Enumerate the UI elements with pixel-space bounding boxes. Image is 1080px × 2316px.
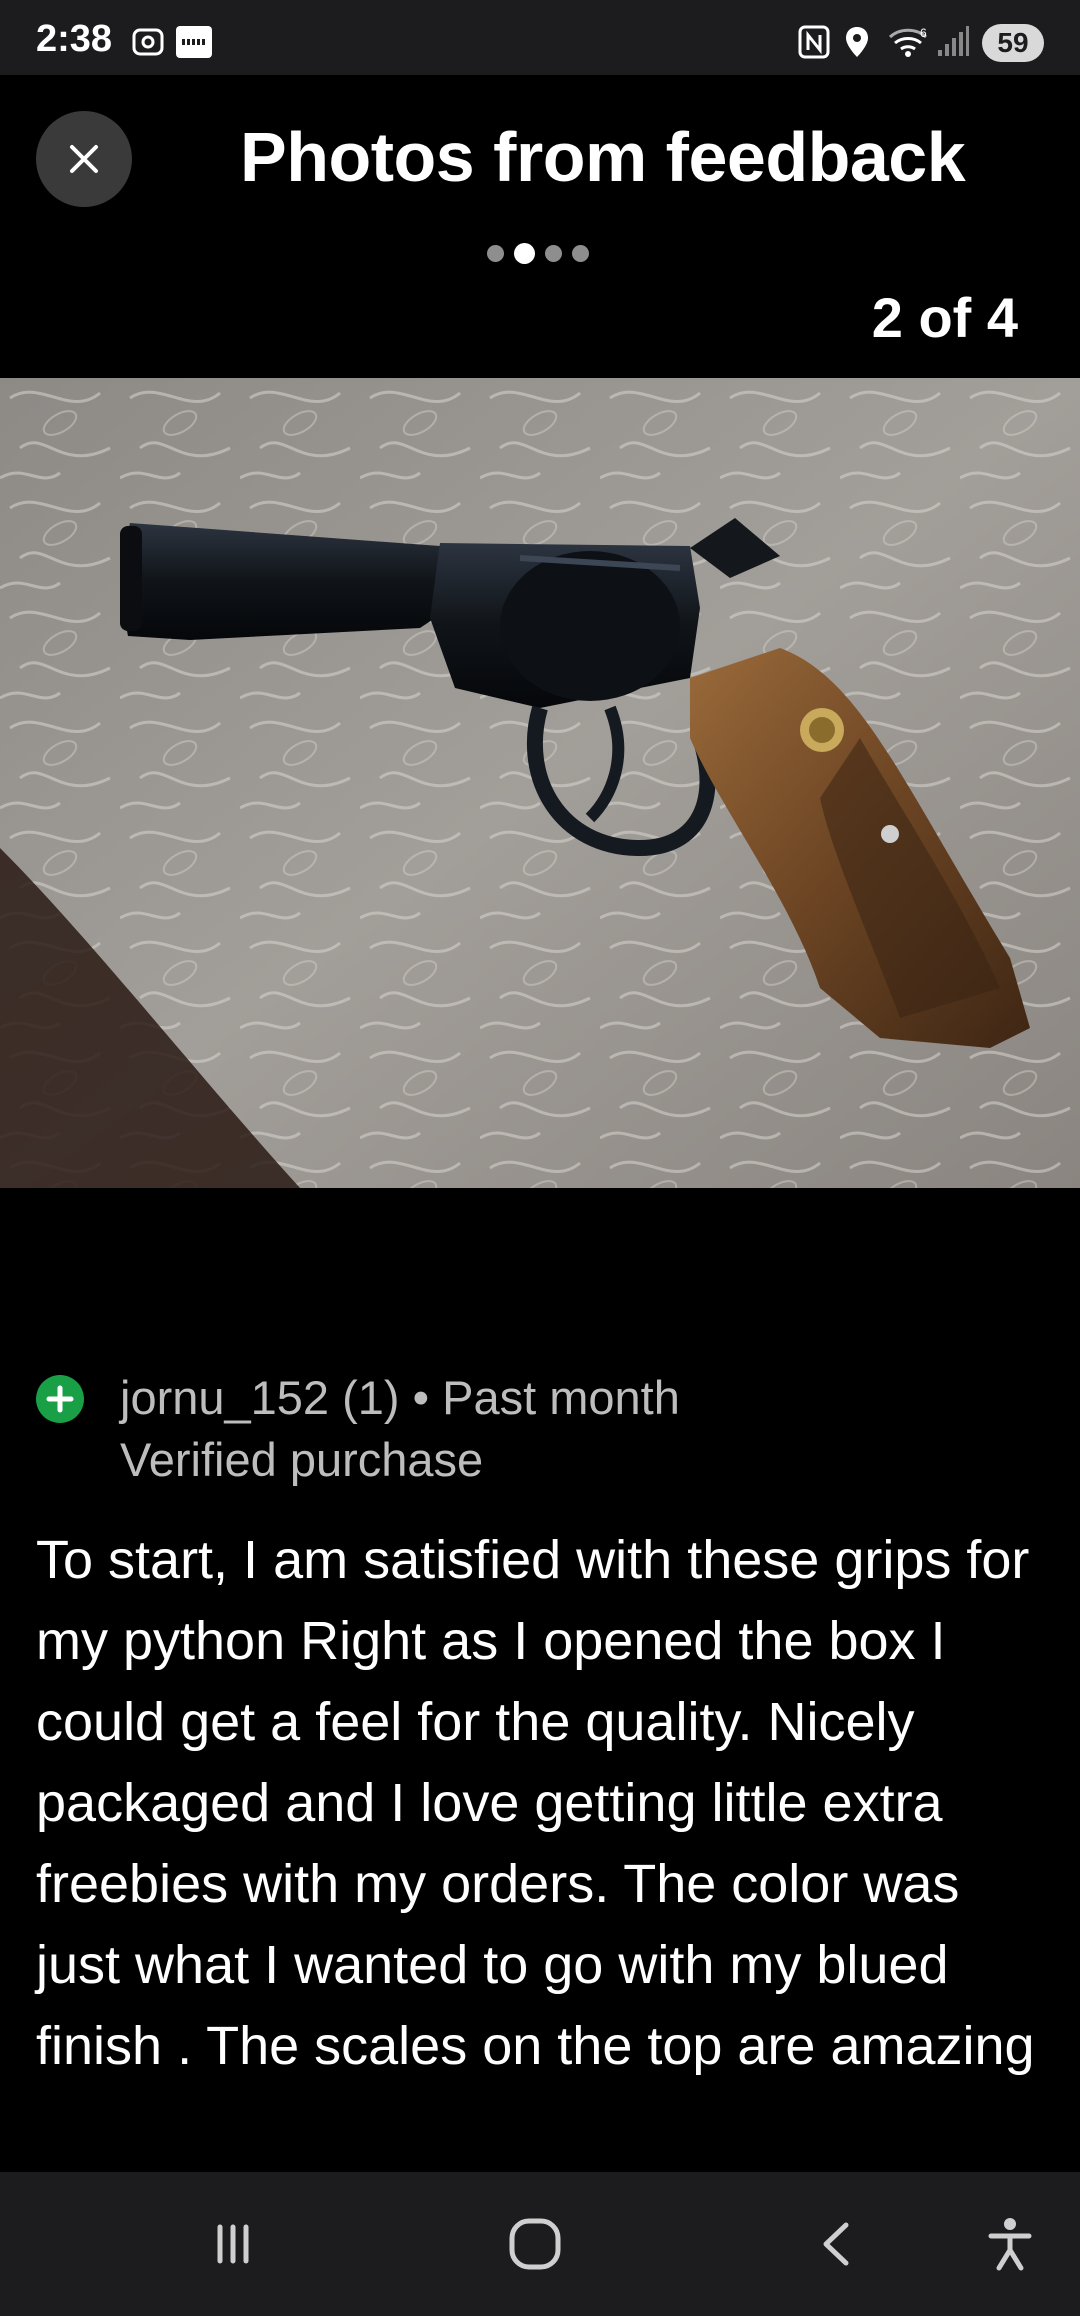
home-icon (509, 2218, 561, 2270)
battery-icon: 59 (982, 24, 1044, 62)
accessibility-button[interactable] (975, 2212, 1045, 2276)
status-time: 2:38 (36, 18, 113, 60)
recent-apps-icon (217, 2224, 249, 2264)
feedback-photo[interactable] (0, 378, 1080, 1188)
signal-icon (936, 24, 970, 60)
page-dot-4 (572, 245, 589, 262)
accessibility-icon (988, 2218, 1032, 2271)
ifttt-icon (174, 24, 214, 60)
nfc-icon (796, 24, 832, 60)
svg-text:6: 6 (920, 26, 927, 40)
page-dot-2-active (514, 243, 535, 264)
close-icon (70, 145, 98, 173)
back-button[interactable] (802, 2212, 872, 2276)
photo-counter: 2 of 4 (871, 286, 1018, 349)
review-text: To start, I am satisfied with these grip… (36, 1530, 1035, 2076)
location-icon (842, 24, 872, 60)
home-button[interactable] (500, 2212, 570, 2276)
page-dot-3 (545, 245, 562, 262)
page-dot-1 (487, 245, 504, 262)
wifi-6-icon: 6 (886, 24, 930, 60)
verified-purchase-label: Verified purchase (120, 1433, 484, 1486)
screenshot-icon (128, 24, 168, 60)
header: Photos from feedback 2 of 4 (0, 75, 1080, 378)
navigation-bar (0, 2172, 1080, 2316)
plus-icon (36, 1375, 84, 1423)
recent-apps-button[interactable] (198, 2212, 268, 2276)
reviewer-line[interactable]: jornu_152 (1) • Past month (120, 1370, 680, 1425)
page-title: Photos from feedback (240, 118, 966, 196)
back-icon (823, 2222, 849, 2266)
status-bar: 2:38 6 59 (0, 0, 1080, 75)
close-button[interactable] (36, 111, 132, 207)
page-indicator (487, 243, 589, 264)
